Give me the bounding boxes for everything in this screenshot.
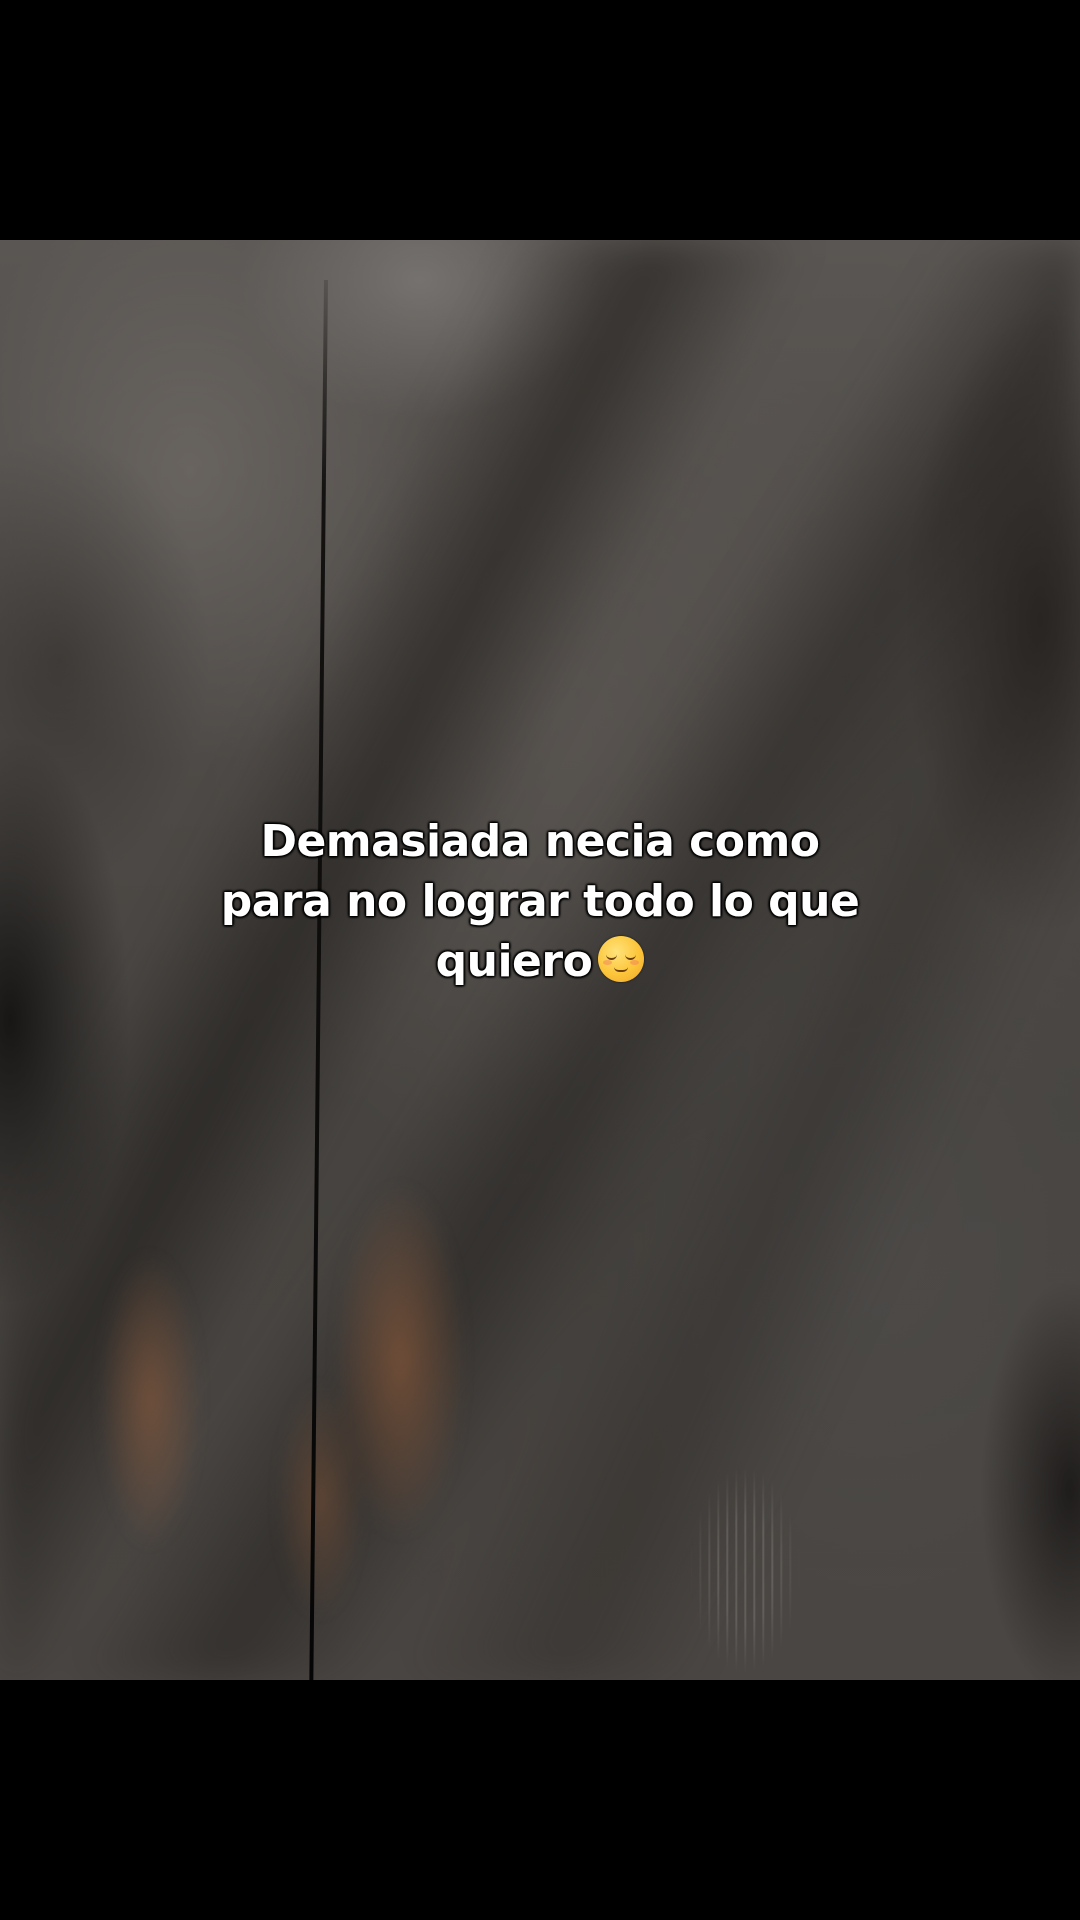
caption-line-3: quiero <box>140 932 940 992</box>
caption-line-2: para no lograr todo lo que <box>220 876 860 927</box>
caption-line-3-text: quiero <box>435 936 593 987</box>
caption-line-1: Demasiada necia como <box>260 816 820 867</box>
relieved-face-icon <box>598 936 645 982</box>
video-frame: Demasiada necia como para no lograr todo… <box>0 0 1080 1920</box>
video-caption: Demasiada necia como para no lograr todo… <box>140 812 940 992</box>
